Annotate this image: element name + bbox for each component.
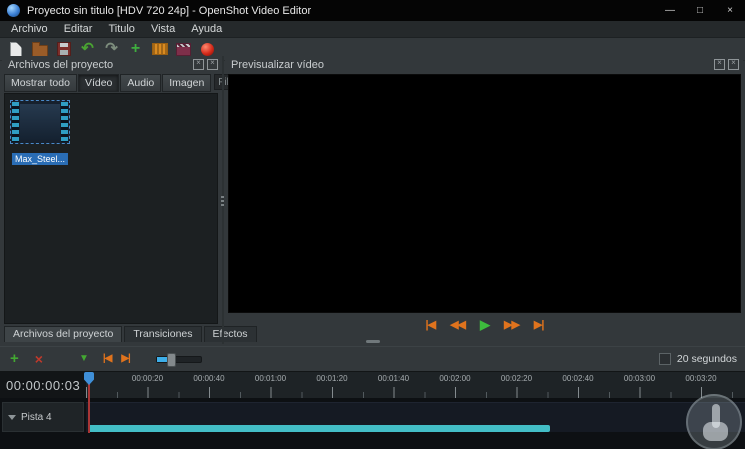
maximize-button[interactable]: □ — [685, 0, 715, 21]
preview-panel-title: Previsualizar vídeo — [231, 58, 324, 71]
panel-splitter[interactable] — [222, 56, 224, 344]
export-video-icon — [201, 42, 214, 56]
new-project-button[interactable] — [7, 41, 24, 58]
ruler-label: 00:00:20 — [131, 374, 164, 383]
save-project-button[interactable] — [55, 41, 72, 58]
jump-to-start-button[interactable]: |◀ — [426, 317, 437, 333]
ruler-label: 00:03:20 — [685, 374, 717, 383]
timeline-scrollbar[interactable] — [88, 425, 550, 432]
fast-forward-button[interactable]: ▶▶ — [504, 317, 520, 333]
ruler-label: 00:01:40 — [377, 374, 410, 383]
ruler-label: 00:00:40 — [193, 374, 225, 383]
jump-to-end-button[interactable]: ▶| — [534, 317, 545, 333]
undo-button[interactable]: ↶ — [79, 41, 96, 58]
profile-icon — [151, 43, 168, 55]
tab-video[interactable]: Vídeo — [77, 74, 120, 92]
add-track-button[interactable]: + — [10, 351, 19, 367]
ruler-major-ticks — [86, 387, 745, 398]
thumbnail-image — [20, 104, 60, 140]
lower-dock-tabs: Archivos del proyecto Transiciones Efect… — [4, 325, 257, 342]
save-project-icon — [56, 42, 71, 56]
open-project-button[interactable] — [31, 41, 48, 58]
tab-transiciones[interactable]: Transiciones — [124, 326, 202, 342]
track-label: Pista 4 — [21, 411, 52, 423]
redo-button[interactable]: ↷ — [103, 41, 120, 58]
close-preview-icon[interactable] — [728, 59, 739, 70]
panel-splitter-handle[interactable] — [221, 196, 224, 198]
timeline-ruler-row: 00:00:00:03 00:00:20 00:00:40 00:01:00 0… — [0, 371, 745, 399]
next-marker-button[interactable]: ▶| — [121, 351, 130, 367]
watermark-logo — [686, 394, 742, 449]
ruler-label: 00:01:20 — [316, 374, 348, 383]
snapping-toggle-button[interactable]: ▼ — [79, 351, 89, 367]
tab-audio[interactable]: Audio — [120, 74, 162, 92]
new-project-icon — [9, 41, 22, 57]
ruler-label: 00:02:00 — [439, 374, 471, 383]
video-file-label: Max_Steel... — [11, 153, 69, 165]
window-title: Proyecto sin titulo [HDV 720 24p] - Open… — [27, 4, 312, 17]
openshot-logo-icon — [7, 4, 20, 17]
window-controls: — □ × — [655, 0, 745, 21]
ruler-label: 00:03:00 — [623, 374, 656, 383]
chevron-down-icon[interactable] — [8, 414, 16, 420]
track-header-pista-4[interactable]: Pista 4 — [2, 402, 84, 432]
playback-controls: |◀ ◀◀ ▶ ▶▶ ▶| — [228, 315, 741, 335]
menubar: Archivo Editar Titulo Vista Ayuda — [0, 21, 745, 38]
previous-marker-button[interactable]: |◀ — [103, 351, 112, 367]
timecode-display: 00:00:00:03 — [0, 372, 86, 399]
openshot-window: Proyecto sin titulo [HDV 720 24p] - Open… — [0, 0, 745, 449]
timeline-splitter-handle[interactable] — [366, 340, 380, 343]
redo-icon: ↷ — [105, 40, 118, 57]
zoom-slider-handle[interactable] — [166, 352, 176, 367]
title-icon — [176, 42, 191, 56]
ruler-label: 00:01:00 — [254, 374, 287, 383]
zoom-scale-checkbox[interactable] — [658, 353, 671, 365]
minimize-button[interactable]: — — [655, 0, 685, 21]
zoom-scale-group: 20 segundos — [658, 353, 737, 365]
export-video-button[interactable] — [199, 41, 216, 58]
razor-tool-button[interactable]: × — [35, 351, 43, 367]
video-file-thumbnail[interactable]: Max_Steel... — [10, 100, 70, 165]
tab-mostrar-todo[interactable]: Mostrar todo — [4, 74, 77, 92]
import-files-button[interactable]: + — [127, 41, 144, 58]
preview-panel-header: Previsualizar vídeo — [225, 56, 743, 73]
tab-archivos-del-proyecto[interactable]: Archivos del proyecto — [4, 326, 123, 342]
project-files-panel-title: Archivos del proyecto — [8, 58, 114, 71]
rewind-button[interactable]: ◀◀ — [450, 317, 466, 333]
close-button[interactable]: × — [715, 0, 745, 21]
zoom-slider[interactable] — [155, 352, 202, 367]
undo-icon: ↶ — [81, 40, 94, 57]
menu-item-titulo[interactable]: Titulo — [100, 21, 143, 37]
import-files-icon: + — [130, 40, 141, 57]
watermark-hand-icon — [703, 422, 728, 441]
project-files-panel-header: Archivos del proyecto — [2, 56, 222, 73]
menu-item-archivo[interactable]: Archivo — [3, 21, 56, 37]
video-preview — [228, 74, 741, 313]
zoom-scale-label: 20 segundos — [676, 353, 737, 365]
menu-item-ayuda[interactable]: Ayuda — [183, 21, 230, 37]
ruler-label: 00:02:20 — [500, 374, 533, 383]
playhead-line — [88, 384, 90, 433]
menu-item-vista[interactable]: Vista — [143, 21, 183, 37]
project-files-list[interactable]: Max_Steel... — [4, 93, 218, 324]
tab-imagen[interactable]: Imagen — [162, 74, 212, 92]
open-project-icon — [31, 41, 48, 57]
preview-dock-icons — [714, 59, 739, 70]
choose-profile-button[interactable] — [151, 41, 168, 58]
undock-preview-icon[interactable] — [714, 59, 725, 70]
ruler-label: 00:02:40 — [562, 374, 594, 383]
panel-dock-icons — [193, 59, 218, 70]
menu-item-editar[interactable]: Editar — [56, 21, 101, 37]
close-panel-icon[interactable] — [207, 59, 218, 70]
play-button[interactable]: ▶ — [480, 317, 490, 333]
timeline-ruler[interactable]: 00:00:20 00:00:40 00:01:00 00:01:20 00:0… — [86, 372, 745, 399]
undock-panel-icon[interactable] — [193, 59, 204, 70]
timeline-toolbar: + × ▼ |◀ ▶| 20 segundos — [0, 346, 745, 371]
titlebar: Proyecto sin titulo [HDV 720 24p] - Open… — [0, 0, 745, 21]
title-editor-button[interactable] — [175, 41, 192, 58]
